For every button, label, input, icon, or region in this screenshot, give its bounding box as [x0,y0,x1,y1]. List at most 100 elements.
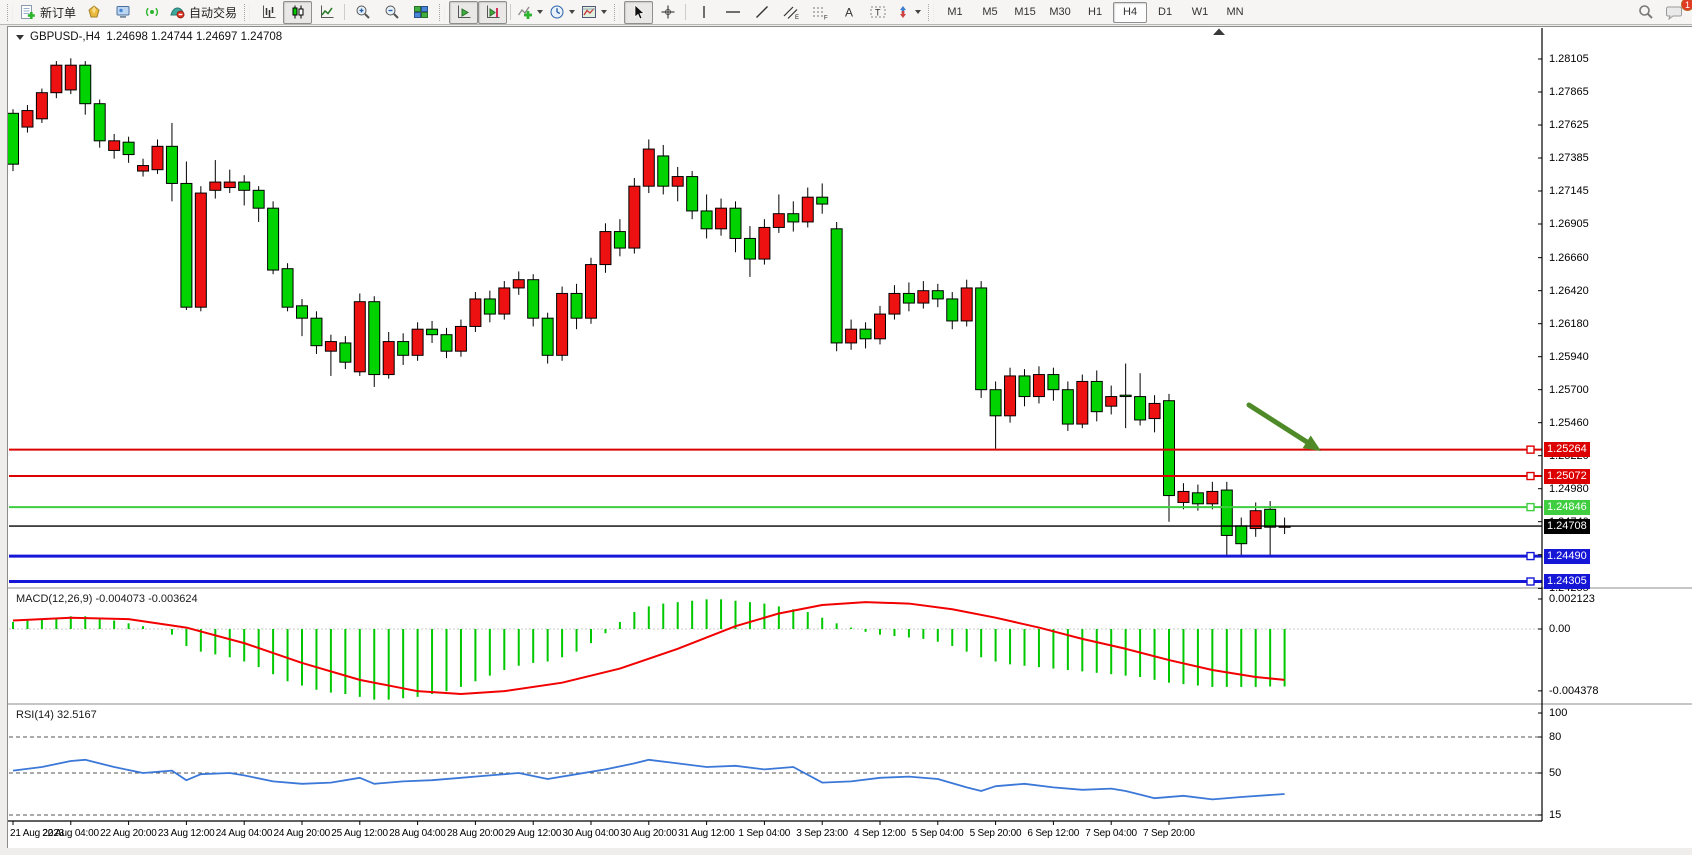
timeframe-button-M1[interactable]: M1 [938,2,972,23]
templates-button[interactable] [578,1,610,24]
candle-body [903,293,914,303]
candle-body [1106,397,1117,407]
candle-body [195,193,206,307]
tile-windows-button[interactable] [406,1,435,24]
timeframe-button-H4[interactable]: H4 [1113,2,1147,23]
arrows-tool-button[interactable] [892,1,924,24]
toolbar-grip[interactable] [439,4,445,21]
candle-body [1120,395,1131,396]
horizontal-line-tool-button[interactable] [718,1,747,24]
chart-shift-marker[interactable] [1213,29,1225,36]
add-indicator-button[interactable] [514,1,546,24]
candles-layer [8,58,1290,556]
timeframe-button-D1[interactable]: D1 [1148,2,1182,23]
toolbar-grip[interactable] [244,4,250,21]
timeframe-button-M30[interactable]: M30 [1043,2,1077,23]
timeframe-button-MN[interactable]: MN [1218,2,1252,23]
fibonacci-tool-button[interactable]: F [805,1,834,24]
candle-body [932,291,943,299]
rsi-line [13,760,1285,800]
candle-body [427,329,438,335]
down-arrow-annotation[interactable] [1249,405,1313,446]
line-chart-button[interactable] [312,1,341,24]
bar-chart-icon [261,4,277,20]
text-label-icon: T [869,4,887,20]
candle-body [181,183,192,307]
candle-body [239,182,250,190]
crosshair-tool-button[interactable] [653,1,682,24]
new-order-label: 新订单 [40,4,76,21]
timeframe-button-M15[interactable]: M15 [1008,2,1042,23]
new-order-button[interactable]: 新订单 [17,1,79,24]
text-label-tool-button[interactable]: T [863,1,892,24]
channel-tool-button[interactable]: E [776,1,805,24]
hline-handle[interactable] [1527,553,1534,560]
candle-body [961,288,972,321]
vertical-line-tool-button[interactable] [689,1,718,24]
candle-body [860,329,871,339]
autotrade-button[interactable]: 自动交易 [166,1,240,24]
search-button[interactable] [1631,1,1660,24]
bar-chart-button[interactable] [254,1,283,24]
candlestick-chart-button[interactable] [283,1,312,24]
candle-body [412,329,423,355]
hline-handle[interactable] [1527,504,1534,511]
candle-body [499,288,510,314]
candle-body [1077,381,1088,424]
signals-button[interactable] [137,1,166,24]
auto-scroll-button[interactable] [449,1,478,24]
notifications-button[interactable]: 1 [1660,1,1689,24]
hline-handle[interactable] [1527,578,1534,585]
chart-window[interactable]: GBPUSD-,H4 1.24698 1.24744 1.24697 1.247… [7,26,1692,848]
candle-body [325,342,336,352]
toolbar-grip[interactable] [614,4,620,21]
candle-body [571,293,582,318]
candlestick-chart-icon [290,4,306,20]
zoom-out-button[interactable] [377,1,406,24]
chart-shift-button[interactable] [478,1,507,24]
candle-body [224,182,235,188]
periods-button[interactable] [546,1,578,24]
signal-icon [144,4,160,20]
add-indicator-icon [517,4,533,20]
candle-body [94,104,105,141]
text-icon: A [842,4,856,20]
candle-body [744,238,755,259]
candle-body [210,182,221,190]
zoom-in-icon [355,4,371,20]
clock-icon [549,4,565,20]
template-icon [581,4,597,20]
market-watch-button[interactable] [79,1,108,24]
candle-body [802,197,813,222]
candle-body [672,177,683,187]
timeframe-button-M5[interactable]: M5 [973,2,1007,23]
timeframe-button-W1[interactable]: W1 [1183,2,1217,23]
gold-crystal-icon [86,4,102,20]
candle-body [701,211,712,229]
search-icon [1638,4,1654,20]
cursor-tool-button[interactable] [624,1,653,24]
hline-handle[interactable] [1527,473,1534,480]
candle-body [441,335,452,352]
candle-body [1019,376,1030,397]
vertical-line-icon [698,4,710,20]
candle-body [542,318,553,355]
candle-body [1265,509,1276,527]
candle-body [22,111,33,128]
toolbar-separator [344,4,345,20]
svg-text:T: T [875,8,881,18]
chart-canvas[interactable] [8,27,1692,848]
toolbar-grip[interactable] [928,4,934,21]
zoom-in-button[interactable] [348,1,377,24]
candle-body [1091,381,1102,411]
text-tool-button[interactable]: A [834,1,863,24]
timeframe-button-H1[interactable]: H1 [1078,2,1112,23]
candle-body [123,142,134,154]
trendline-tool-button[interactable] [747,1,776,24]
fibonacci-icon: F [811,4,829,20]
navigator-button[interactable] [108,1,137,24]
candle-body [369,302,380,375]
toolbar-grip[interactable] [7,4,13,21]
hline-handle[interactable] [1527,446,1534,453]
autotrade-icon [169,4,186,20]
